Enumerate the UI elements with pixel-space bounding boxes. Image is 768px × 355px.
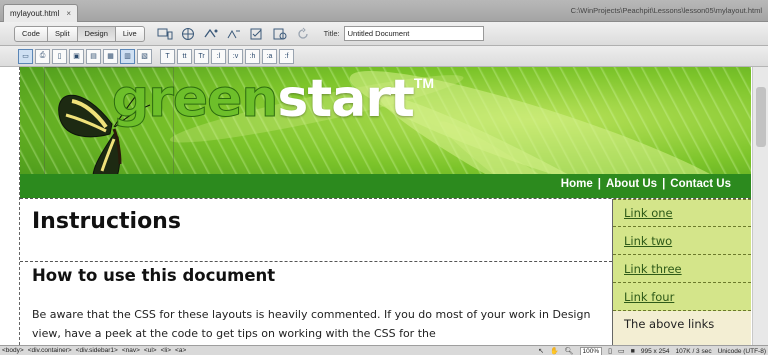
design-view-button[interactable]: Design	[76, 25, 116, 42]
sidebar-link-one[interactable]: Link one	[613, 199, 751, 227]
file-size-download-time: 107K / 3 sec	[675, 347, 712, 355]
nav-link-home[interactable]: Home	[561, 178, 593, 190]
visited-state-icon[interactable]: :v	[228, 48, 243, 64]
render-projection-icon[interactable]: ▣	[69, 48, 84, 64]
sidebar-note[interactable]: The above links	[613, 311, 751, 345]
nav-separator: |	[662, 178, 666, 190]
tablet-size-icon[interactable]: ▭	[618, 347, 625, 355]
document-title-input[interactable]	[343, 26, 484, 41]
tag-body[interactable]: <body>	[2, 347, 24, 354]
code-view-button[interactable]: Code	[14, 25, 48, 42]
text-increase-icon[interactable]: Tr	[194, 48, 209, 64]
vertical-scrollbar[interactable]	[752, 67, 768, 345]
encoding-label: Unicode (UTF-8)	[717, 347, 766, 355]
document-tab-label: mylayout.html	[10, 9, 60, 18]
tag-ul[interactable]: <ul>	[144, 347, 157, 354]
check-page-icon[interactable]	[270, 26, 290, 42]
render-tv-icon[interactable]: ▦	[103, 48, 118, 64]
tag-div-container[interactable]: <div.container>	[28, 347, 72, 354]
window-dimensions[interactable]: 995 x 254	[641, 348, 670, 355]
page-container: green start TM Home | About Us | Contact…	[19, 67, 751, 345]
tag-selector: <body> <div.container> <div.sidebar1> <n…	[0, 347, 186, 354]
content-paragraph[interactable]: Be aware that the CSS for these layouts …	[32, 305, 602, 343]
content-divider	[20, 261, 612, 262]
page-heading[interactable]: Instructions	[32, 209, 181, 234]
page-header: green start TM Home | About Us | Contact…	[20, 67, 751, 198]
render-print-icon[interactable]: ⎙	[35, 48, 50, 64]
mobile-size-icon[interactable]: ▯	[608, 347, 612, 355]
multiscreen-icon[interactable]	[155, 26, 175, 42]
sidebar-link-three[interactable]: Link three	[613, 255, 751, 283]
document-tab-bar: mylayout.html × C:\WinProjects\Peachpit\…	[0, 0, 768, 22]
select-tool-icon[interactable]: ↖	[538, 347, 544, 355]
tag-a[interactable]: <a>	[175, 347, 186, 354]
design-time-css-icon[interactable]: ▧	[137, 48, 152, 64]
logo-text-green: green	[111, 69, 278, 129]
trademark-symbol: TM	[413, 75, 435, 91]
zoom-tool-icon[interactable]: 🔍︎	[565, 347, 574, 355]
scrollbar-thumb[interactable]	[756, 87, 766, 147]
desktop-size-icon[interactable]: ■	[631, 348, 635, 355]
focus-state-icon[interactable]: :f	[279, 48, 294, 64]
file-management-icon[interactable]	[201, 26, 221, 42]
style-rendering-toolbar: ▭ ⎙ ▯ ▣ ▤ ▦ ▥ ▧ T tt Tr :l :v :h :a :f	[0, 46, 768, 67]
validate-icon[interactable]	[247, 26, 267, 42]
title-label: Title:	[323, 29, 340, 38]
link-state-icon[interactable]: :l	[211, 48, 226, 64]
status-bar: <body> <div.container> <div.sidebar1> <n…	[0, 345, 768, 355]
toggle-css-icon[interactable]: ▥	[120, 48, 135, 64]
sidebar-link-four[interactable]: Link four	[613, 283, 751, 311]
status-right-tools: ↖ ✋ 🔍︎ 100% ▯ ▭ ■ 995 x 254 107K / 3 sec…	[538, 346, 766, 355]
active-state-icon[interactable]: :a	[262, 48, 277, 64]
header-nav-bar: Home | About Us | Contact Us	[20, 174, 751, 198]
text-size-icon[interactable]: T	[160, 48, 175, 64]
text-decrease-icon[interactable]: tt	[177, 48, 192, 64]
zoom-select[interactable]: 100%	[579, 346, 603, 355]
sidebar-link-two[interactable]: Link two	[613, 227, 751, 255]
live-view-button[interactable]: Live	[114, 25, 145, 42]
nav-link-about-us[interactable]: About Us	[606, 178, 657, 190]
split-view-button[interactable]: Split	[46, 25, 78, 42]
close-tab-icon[interactable]: ×	[66, 9, 71, 18]
visual-aids-icon[interactable]	[224, 26, 244, 42]
design-view-canvas[interactable]: green start TM Home | About Us | Contact…	[0, 67, 768, 345]
tag-div-sidebar1[interactable]: <div.sidebar1>	[76, 347, 118, 354]
section-heading[interactable]: How to use this document	[32, 266, 275, 285]
tag-nav[interactable]: <nav>	[122, 347, 140, 354]
hover-state-icon[interactable]: :h	[245, 48, 260, 64]
main-content[interactable]: Instructions How to use this document Be…	[20, 199, 612, 345]
document-tab[interactable]: mylayout.html ×	[3, 4, 79, 22]
logo-text-start: start	[277, 69, 414, 129]
preview-browser-icon[interactable]	[178, 26, 198, 42]
nav-separator: |	[597, 178, 601, 190]
document-toolbar: Code Split Design Live Title:	[0, 22, 768, 46]
file-path: C:\WinProjects\Peachpit\Lessons\lesson05…	[570, 6, 762, 15]
hand-tool-icon[interactable]: ✋	[550, 347, 559, 355]
refresh-icon[interactable]	[293, 26, 313, 42]
nav-link-contact-us[interactable]: Contact Us	[670, 178, 731, 190]
render-handheld-icon[interactable]: ▯	[52, 48, 67, 64]
tag-li[interactable]: <li>	[161, 347, 171, 354]
sidebar: Link one Link two Link three Link four T…	[612, 199, 751, 345]
render-tty-icon[interactable]: ▤	[86, 48, 101, 64]
render-screen-icon[interactable]: ▭	[18, 48, 33, 64]
greenstart-logo: green start TM	[111, 69, 435, 129]
